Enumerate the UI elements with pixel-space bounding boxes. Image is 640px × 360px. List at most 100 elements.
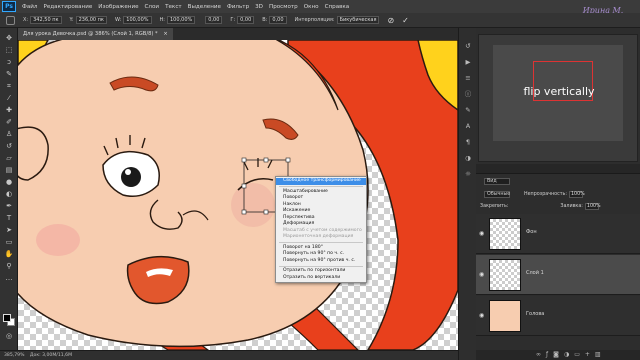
y-input[interactable]: 236,00 пк (75, 16, 107, 24)
layers-panel-header (476, 164, 640, 174)
menu-divider (279, 265, 363, 267)
visibility-eye-icon[interactable]: ◉ (479, 230, 487, 238)
menu-layers[interactable]: Слои (145, 4, 160, 10)
fill-input[interactable]: 100% (584, 203, 601, 210)
marquee-tool-icon[interactable]: ⬚ (4, 46, 14, 54)
angle-field: 0,00 (203, 16, 223, 24)
layer-thumbnail (489, 218, 521, 250)
type-tool-icon[interactable]: T (4, 214, 14, 222)
group-icon[interactable]: ▭ (574, 351, 585, 358)
quick-select-tool-icon[interactable]: ✎ (4, 70, 14, 78)
x-input[interactable]: 342,50 пк (30, 16, 62, 24)
close-tab-icon[interactable]: × (163, 31, 167, 37)
menu-view[interactable]: Просмотр (269, 4, 298, 10)
lightbulb-icon[interactable]: ☼ (463, 170, 473, 178)
transform-tool-icon[interactable] (6, 15, 15, 25)
mask-icon[interactable]: ◙ (553, 351, 564, 358)
visibility-eye-icon[interactable]: ◉ (479, 271, 487, 279)
zoom-tool-icon[interactable]: ⚲ (4, 262, 14, 270)
crop-tool-icon[interactable]: ⌗ (4, 82, 14, 90)
document-size: Док: 3,00М/11,6М (29, 353, 73, 358)
menu-window[interactable]: Окно (304, 4, 319, 10)
tools-panel: ✥ ⬚ ↄ ✎ ⌗ ⁄ ✚ ✐ ♙ ↺ ▱ ▤ ● ◐ ✒ T ➤ ▭ ✋ ⚲ … (0, 28, 18, 350)
opacity-label: Непрозрачность: (524, 192, 567, 197)
hand-tool-icon[interactable]: ✋ (4, 250, 14, 258)
dodge-tool-icon[interactable]: ◐ (4, 190, 14, 198)
menu-item-free-transform[interactable]: Свободное трансформирование (276, 178, 366, 185)
eyedropper-tool-icon[interactable]: ⁄ (4, 94, 14, 102)
transform-context-menu: Свободное трансформирование Масштабирова… (275, 176, 367, 283)
adjustment-layer-icon[interactable]: ◑ (564, 351, 574, 358)
actions-panel-icon[interactable]: ▶ (463, 58, 473, 66)
stamp-tool-icon[interactable]: ♙ (4, 130, 14, 138)
menu-3d[interactable]: 3D (255, 4, 263, 10)
eraser-tool-icon[interactable]: ▱ (4, 154, 14, 162)
menu-file[interactable]: Файл (22, 4, 37, 10)
blur-tool-icon[interactable]: ● (4, 178, 14, 186)
history-brush-tool-icon[interactable]: ↺ (4, 142, 14, 150)
layer-row-selected[interactable]: ◉ Слой 1 (476, 255, 640, 295)
menu-filter[interactable]: Фильтр (227, 4, 249, 10)
interpolation-select[interactable]: Бикубическая (336, 16, 380, 24)
lock-label: Закрепить: (480, 204, 509, 209)
zoom-level[interactable]: 385,79% (4, 353, 24, 358)
menu-text[interactable]: Текст (165, 4, 182, 10)
vskew-input[interactable]: 0,00 (269, 16, 287, 24)
menu-bar: Ps Файл Редактирование Изображение Слои … (0, 0, 640, 13)
photoshop-logo: Ps (2, 1, 16, 12)
blend-mode-select[interactable]: Обычные (484, 191, 510, 198)
menu-edit[interactable]: Редактирование (43, 4, 92, 10)
angle-input[interactable]: 0,00 (205, 16, 223, 24)
height-input[interactable]: 100,00% (167, 16, 196, 24)
healing-tool-icon[interactable]: ✚ (4, 106, 14, 114)
cancel-transform-icon[interactable]: ⊘ (387, 16, 394, 25)
layer-row[interactable]: ◉ Голова (476, 296, 640, 336)
brush-panel-icon[interactable]: ✎ (463, 106, 473, 114)
visibility-eye-icon[interactable]: ◉ (479, 312, 487, 320)
pen-tool-icon[interactable]: ✒ (4, 202, 14, 210)
lasso-tool-icon[interactable]: ↄ (4, 58, 14, 66)
width-input[interactable]: 100,00% (123, 16, 152, 24)
foreground-color-swatch[interactable] (3, 314, 11, 322)
menu-help[interactable]: Справка (325, 4, 350, 10)
info-panel-icon[interactable]: ⓘ (463, 90, 473, 98)
shape-tool-icon[interactable]: ▭ (4, 238, 14, 246)
document-tabbar: Для урока Девочка.psd @ 386% (Слой 1, RG… (18, 28, 458, 40)
document-tab[interactable]: Для урока Девочка.psd @ 386% (Слой 1, RG… (18, 28, 173, 40)
brush-tool-icon[interactable]: ✐ (4, 118, 14, 126)
layers-panel-footer: ∞ƒ◙◑▭+▥ (476, 350, 640, 360)
link-layers-icon[interactable]: ∞ (536, 351, 546, 358)
menu-select[interactable]: Выделение (188, 4, 221, 10)
panel-icon-strip: ↺ ▶ ≡ ⓘ ✎ A ¶ ◑ ☼ (458, 28, 476, 360)
menu-item-flip-vertical[interactable]: Отразить по вертикали (276, 275, 366, 282)
move-tool-icon[interactable]: ✥ (4, 34, 14, 42)
path-select-tool-icon[interactable]: ➤ (4, 226, 14, 234)
layer-name: Слой 1 (526, 270, 544, 276)
adjustments-panel-icon[interactable]: ◑ (463, 154, 473, 162)
menu-image[interactable]: Изображение (98, 4, 138, 10)
vskew-field: В: 0,00 (262, 16, 287, 24)
character-panel-icon[interactable]: A (463, 122, 473, 130)
x-field: X: 342,50 пк (23, 16, 62, 24)
hskew-input[interactable]: 0,00 (237, 16, 255, 24)
layer-thumbnail (489, 300, 521, 332)
commit-transform-icon[interactable]: ✓ (402, 16, 409, 25)
layer-kind-filter[interactable]: Вид (484, 178, 510, 185)
history-panel-icon[interactable]: ↺ (463, 42, 473, 50)
paragraph-panel-icon[interactable]: ¶ (463, 138, 473, 146)
opacity-input[interactable]: 100% (569, 191, 585, 198)
layer-name: Голова (526, 311, 545, 317)
options-bar: X: 342,50 пк Y: 236,00 пк W: 100,00% H: 100,… (0, 13, 640, 28)
new-layer-icon[interactable]: + (585, 351, 595, 358)
more-tools-icon[interactable]: … (4, 274, 14, 282)
properties-panel-icon[interactable]: ≡ (463, 74, 473, 82)
menu-item-rotate-90-ccw[interactable]: Повернуть на 90° против ч. с. (276, 258, 366, 265)
layer-thumbnail (489, 259, 521, 291)
layer-row[interactable]: ◉ Фон (476, 214, 640, 254)
gradient-tool-icon[interactable]: ▤ (4, 166, 14, 174)
girl-artwork (18, 40, 458, 350)
menu-divider (279, 186, 363, 187)
trash-icon[interactable]: ▥ (595, 351, 606, 358)
document-canvas[interactable] (18, 40, 458, 350)
quick-mask-icon[interactable]: ◎ (4, 332, 14, 340)
